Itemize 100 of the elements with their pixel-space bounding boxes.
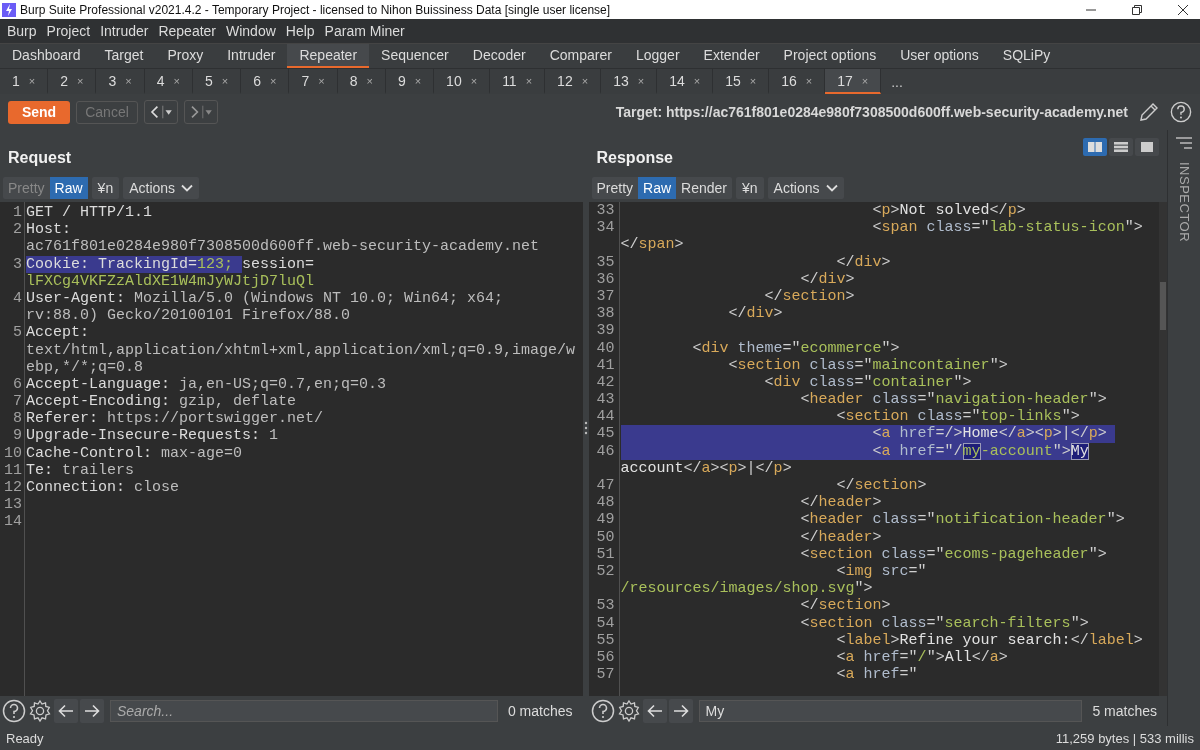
main-tab[interactable]: SQLiPy: [990, 44, 1063, 68]
menu-item[interactable]: Window: [223, 23, 283, 39]
menu-item[interactable]: Help: [282, 23, 322, 39]
line-number: 35: [595, 253, 616, 271]
rows-icon: [1113, 141, 1130, 153]
request-tab[interactable]: 13 ×: [601, 69, 658, 94]
actions-dropdown[interactable]: Actions: [767, 177, 844, 199]
main-tab[interactable]: Proxy: [155, 44, 216, 68]
code-line: account</a><p>|</p>: [620, 459, 792, 477]
main-tab[interactable]: Sequencer: [369, 44, 461, 68]
inspector-tab[interactable]: INSPECTOR: [1176, 162, 1192, 243]
show-newlines-button[interactable]: ¥n: [736, 177, 764, 199]
request-tab[interactable]: 9 ×: [385, 69, 435, 94]
request-tab[interactable]: 10 ×: [434, 69, 491, 94]
main-tab[interactable]: Repeater: [287, 44, 370, 68]
menu-item[interactable]: Project: [43, 23, 98, 39]
back-button[interactable]: [144, 100, 178, 124]
code-line: <a href="/">All</a>: [835, 648, 1008, 667]
line-number: 38: [595, 305, 616, 323]
tab-number: 9: [397, 72, 406, 89]
view-mode-tab[interactable]: Pretty: [591, 177, 639, 199]
search-field[interactable]: Search...: [110, 700, 498, 722]
tab-close-button[interactable]: ×: [318, 74, 325, 87]
request-tab[interactable]: 12 ×: [545, 69, 602, 94]
code-line: <span class="lab-status-icon">: [871, 219, 1143, 237]
code-line: </header>: [799, 528, 882, 546]
view-mode-tab[interactable]: Raw: [638, 177, 677, 199]
request-tab[interactable]: 14 ×: [657, 69, 714, 94]
code-line: <p>Not solved</p>: [871, 202, 1026, 220]
request-tab[interactable]: 6 ×: [241, 69, 290, 94]
chevron-down-icon: [825, 184, 838, 192]
stacked-layout-button[interactable]: [1109, 138, 1134, 156]
help-icon[interactable]: [590, 699, 615, 723]
tab-close-button[interactable]: ×: [77, 74, 84, 87]
tab-close-button[interactable]: ×: [366, 74, 373, 87]
tab-close-button[interactable]: ×: [749, 74, 757, 87]
tab-close-button[interactable]: ×: [269, 74, 277, 87]
request-tab[interactable]: 5 ×: [192, 69, 242, 94]
tab-close-button[interactable]: ×: [28, 74, 36, 87]
main-tab[interactable]: Dashboard: [0, 44, 93, 68]
splitter-handle-icon[interactable]: [583, 421, 588, 435]
tab-number: 17: [837, 72, 853, 89]
forward-button[interactable]: [184, 100, 218, 124]
settings-icon[interactable]: [616, 699, 641, 723]
request-tab[interactable]: 17 ×: [825, 69, 882, 94]
tab-close-button[interactable]: ×: [125, 74, 132, 87]
main-tab[interactable]: Comparer: [537, 44, 624, 68]
next-match-button[interactable]: [80, 699, 104, 723]
tab-close-button[interactable]: ×: [861, 74, 869, 87]
main-tab[interactable]: Target: [92, 44, 156, 68]
request-tab[interactable]: 4 ×: [144, 69, 193, 94]
request-tab[interactable]: 7 ×: [289, 69, 338, 94]
tab-close-button[interactable]: ×: [173, 74, 180, 87]
tab-close-button[interactable]: ×: [525, 74, 533, 87]
request-tab[interactable]: 11 ×: [490, 69, 546, 94]
main-tab[interactable]: Extender: [691, 44, 772, 68]
request-tab[interactable]: 1 ×: [0, 69, 49, 94]
next-match-button[interactable]: [668, 699, 693, 723]
more-tabs-button[interactable]: ...: [881, 69, 913, 94]
code-line: ebp,*/*;q=0.8: [26, 358, 144, 376]
menu-item[interactable]: Burp: [4, 23, 44, 39]
single-pane-layout-button[interactable]: [1135, 138, 1160, 156]
code-line: </section>: [763, 287, 855, 306]
main-tab[interactable]: Project options: [771, 44, 889, 68]
request-tab[interactable]: 3 ×: [96, 69, 145, 94]
menu-item[interactable]: Intruder: [97, 23, 156, 39]
show-newlines-button[interactable]: ¥n: [91, 177, 120, 199]
previous-match-button[interactable]: [642, 699, 667, 723]
actions-dropdown[interactable]: Actions: [123, 177, 200, 199]
main-tab[interactable]: Decoder: [460, 44, 538, 68]
request-tab[interactable]: 15 ×: [713, 69, 770, 94]
code-line: <div class="container">: [763, 373, 972, 392]
tab-number: 15: [725, 72, 741, 89]
tab-close-button[interactable]: ×: [414, 74, 422, 87]
main-tab[interactable]: Logger: [623, 44, 692, 68]
close-icon[interactable]: [1178, 4, 1188, 15]
tab-close-button[interactable]: ×: [221, 74, 229, 87]
tab-close-button[interactable]: ×: [693, 74, 701, 87]
view-mode-tab[interactable]: Render: [676, 177, 733, 199]
request-tab[interactable]: 2 ×: [48, 69, 97, 94]
view-mode-tab[interactable]: Raw: [49, 177, 88, 199]
menu-item[interactable]: Param Miner: [321, 23, 412, 39]
settings-icon[interactable]: [28, 699, 52, 723]
menu-item[interactable]: Repeater: [155, 23, 223, 39]
tab-close-button[interactable]: ×: [805, 74, 813, 87]
main-tab[interactable]: User options: [888, 44, 991, 68]
menu-icon[interactable]: [1175, 136, 1193, 150]
tab-close-button[interactable]: ×: [470, 74, 478, 87]
search-field[interactable]: My: [698, 700, 1083, 722]
main-tab[interactable]: Intruder: [215, 44, 288, 68]
side-by-side-layout-button[interactable]: [1083, 138, 1108, 156]
tab-close-button[interactable]: ×: [637, 74, 645, 87]
previous-match-button[interactable]: [54, 699, 78, 723]
tab-close-button[interactable]: ×: [581, 74, 589, 87]
request-tab[interactable]: 8 ×: [337, 69, 386, 94]
restore-icon[interactable]: [1132, 4, 1142, 15]
edit-icon[interactable]: [1138, 101, 1160, 123]
scrollbar-thumb[interactable]: [1160, 282, 1167, 330]
help-icon[interactable]: [1170, 101, 1192, 123]
help-icon[interactable]: [2, 699, 26, 723]
